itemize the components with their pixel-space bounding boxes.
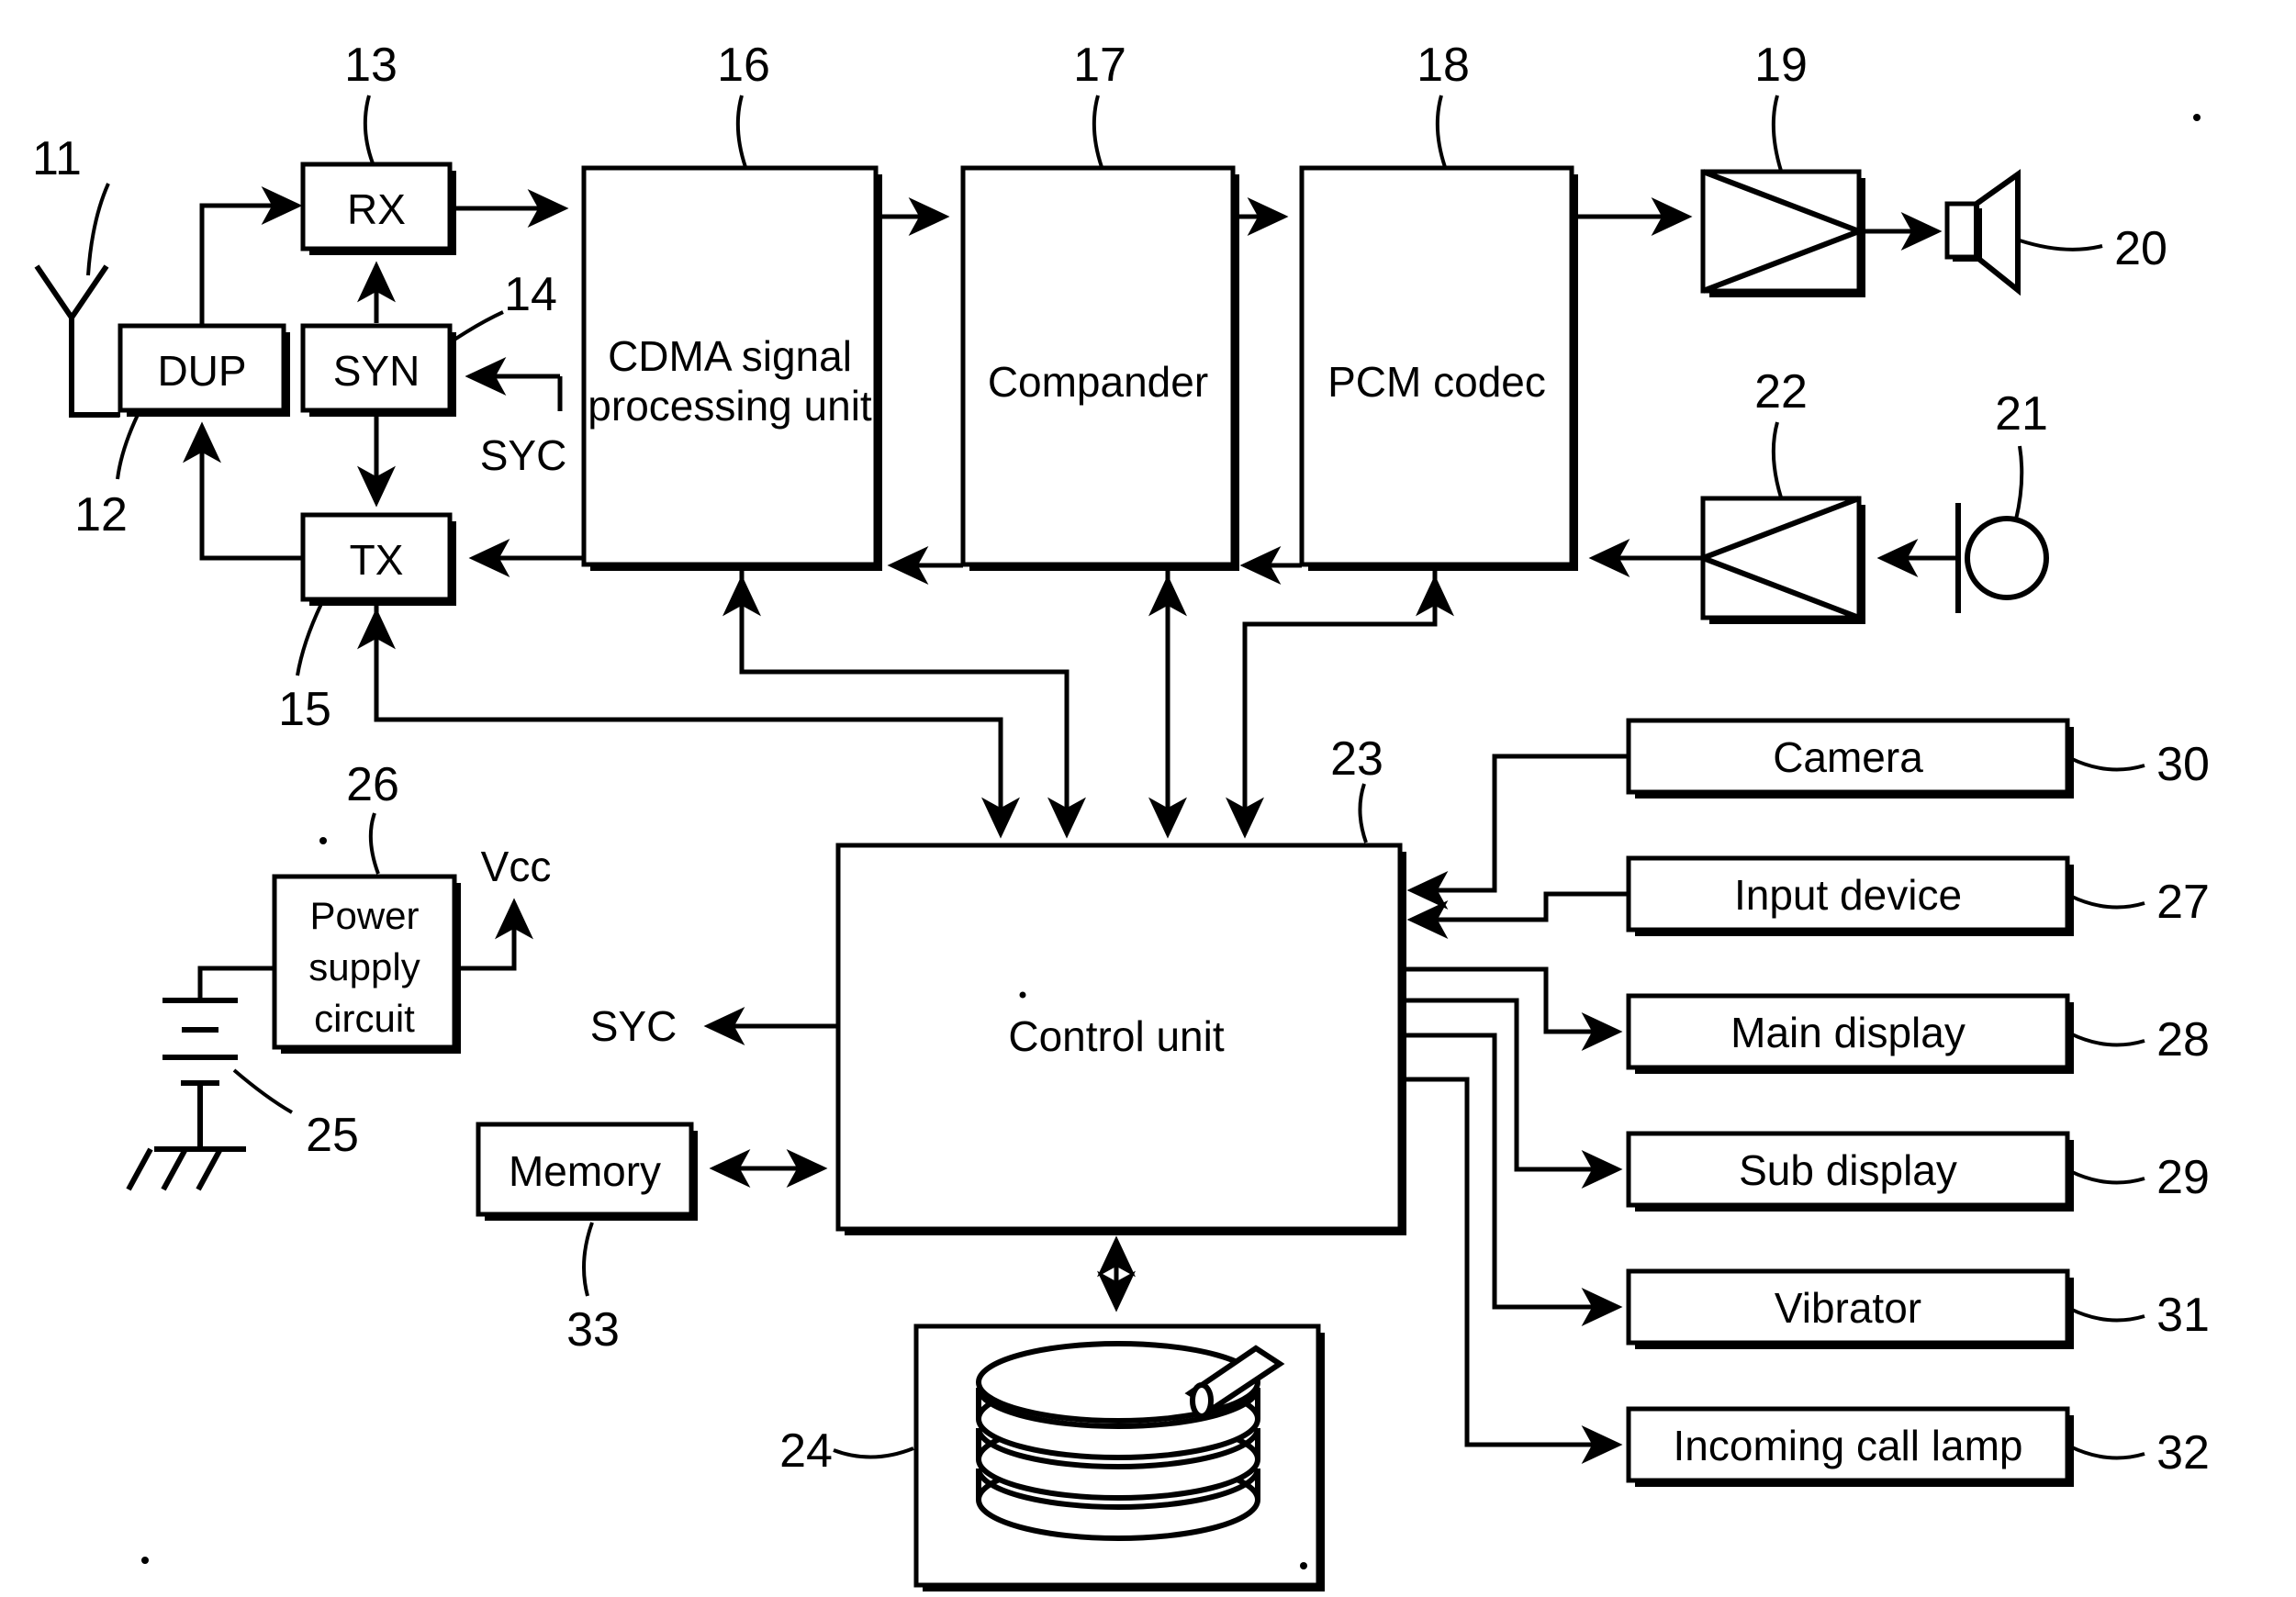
battery-symbol: [126, 966, 274, 1191]
leader-14: [450, 310, 504, 343]
block-power-label-2: supply: [308, 945, 420, 988]
block-syn-label: SYN: [333, 347, 420, 395]
block-power-label-3: circuit: [314, 997, 415, 1040]
leader-33: [582, 1222, 594, 1297]
leader-21: [2014, 445, 2024, 520]
wire-input-control: [1425, 891, 1629, 922]
leader-32: [2069, 1445, 2145, 1460]
block-incoming-call-lamp-label: Incoming call lamp: [1674, 1422, 2023, 1469]
leader-18: [1435, 95, 1447, 168]
scan-speck: [2193, 114, 2201, 121]
leader-31: [2069, 1307, 2145, 1323]
ref-11: 11: [32, 132, 82, 185]
block-input-device-label: Input device: [1734, 871, 1962, 919]
scan-speck: [141, 1557, 149, 1564]
block-cdma-label-1: CDMA signal: [608, 332, 852, 380]
leader-15: [296, 603, 323, 676]
leader-13: [363, 95, 375, 164]
ref-18: 18: [1417, 39, 1470, 92]
ref-15: 15: [278, 683, 331, 736]
ref-13: 13: [344, 39, 398, 92]
leader-22: [1771, 421, 1783, 498]
ref-12: 12: [74, 488, 128, 542]
ref-31: 31: [2156, 1289, 2210, 1342]
block-control-unit-label: Control unit: [1008, 1012, 1224, 1060]
ref-24: 24: [779, 1424, 833, 1478]
ref-22: 22: [1754, 365, 1808, 419]
ref-30: 30: [2156, 738, 2210, 791]
leader-28: [2069, 1032, 2145, 1047]
signal-syc-syn: SYC: [480, 431, 567, 479]
microphone-symbol: [1955, 503, 2049, 613]
disk-stack-icon: [976, 1341, 1285, 1541]
leader-25: [232, 1068, 293, 1114]
block-tx-label: TX: [350, 536, 404, 584]
block-cdma-label-2: processing unit: [588, 382, 872, 430]
ref-21: 21: [1995, 387, 2048, 441]
scan-speck: [319, 837, 327, 844]
leader-24: [833, 1446, 914, 1459]
wire-control-tx: [374, 604, 1003, 821]
block-sub-display-label: Sub display: [1739, 1146, 1957, 1194]
ref-28: 28: [2156, 1013, 2210, 1067]
block-rx-label: RX: [347, 185, 406, 233]
antenna-symbol: [34, 183, 119, 418]
ref-17: 17: [1073, 39, 1126, 92]
ref-25: 25: [306, 1109, 359, 1162]
wire-control-cdma: [739, 564, 1070, 821]
figure-canvas: 11 DUP 12 RX 13 SYN 14 SYC TX 15 CDMA si…: [0, 0, 2296, 1597]
ref-14: 14: [504, 268, 557, 321]
leader-23: [1358, 783, 1368, 843]
block-pcm-label: PCM codec: [1327, 358, 1546, 406]
leader-12: [116, 414, 140, 480]
ref-19: 19: [1754, 39, 1808, 92]
wire-dup-rx: [199, 203, 281, 326]
leader-19: [1771, 95, 1783, 172]
ref-32: 32: [2156, 1426, 2210, 1480]
leader-17: [1092, 95, 1103, 168]
leader-20: [2019, 239, 2103, 251]
wire-control-lamp: [1400, 1077, 1605, 1447]
ref-27: 27: [2156, 876, 2210, 929]
block-power-label-1: Power: [309, 894, 419, 937]
ref-26: 26: [346, 758, 399, 811]
leader-29: [2069, 1169, 2145, 1185]
ref-20: 20: [2114, 222, 2167, 275]
signal-syc-control: SYC: [590, 1002, 678, 1050]
amplifier-in-symbol: [1695, 496, 1865, 624]
ref-33: 33: [566, 1303, 620, 1357]
wire-camera-control: [1425, 754, 1629, 893]
wire-control-subdisplay: [1400, 998, 1605, 1172]
wire-vcc: [454, 898, 533, 971]
block-main-display-label: Main display: [1730, 1009, 1966, 1056]
block-camera-label: Camera: [1773, 733, 1923, 781]
block-memory-label: Memory: [509, 1147, 661, 1195]
block-compander-label: Compander: [988, 358, 1208, 406]
signal-vcc: Vcc: [481, 843, 552, 890]
block-vibrator-label: Vibrator: [1775, 1284, 1921, 1332]
speaker-symbol: [1944, 169, 2021, 296]
ref-23: 23: [1330, 732, 1383, 786]
wire-tx-dup: [199, 436, 303, 561]
block-dup-label: DUP: [157, 347, 246, 395]
amplifier-out-symbol: [1700, 169, 1867, 297]
leader-27: [2069, 894, 2145, 910]
block-diagram: 11 DUP 12 RX 13 SYN 14 SYC TX 15 CDMA si…: [32, 39, 2210, 1591]
scan-speck: [1019, 991, 1026, 999]
scan-speck: [1300, 1562, 1307, 1569]
leader-16: [735, 95, 747, 168]
leader-30: [2069, 756, 2145, 772]
leader-26: [368, 812, 380, 875]
ref-29: 29: [2156, 1151, 2210, 1204]
ref-16: 16: [717, 39, 770, 92]
